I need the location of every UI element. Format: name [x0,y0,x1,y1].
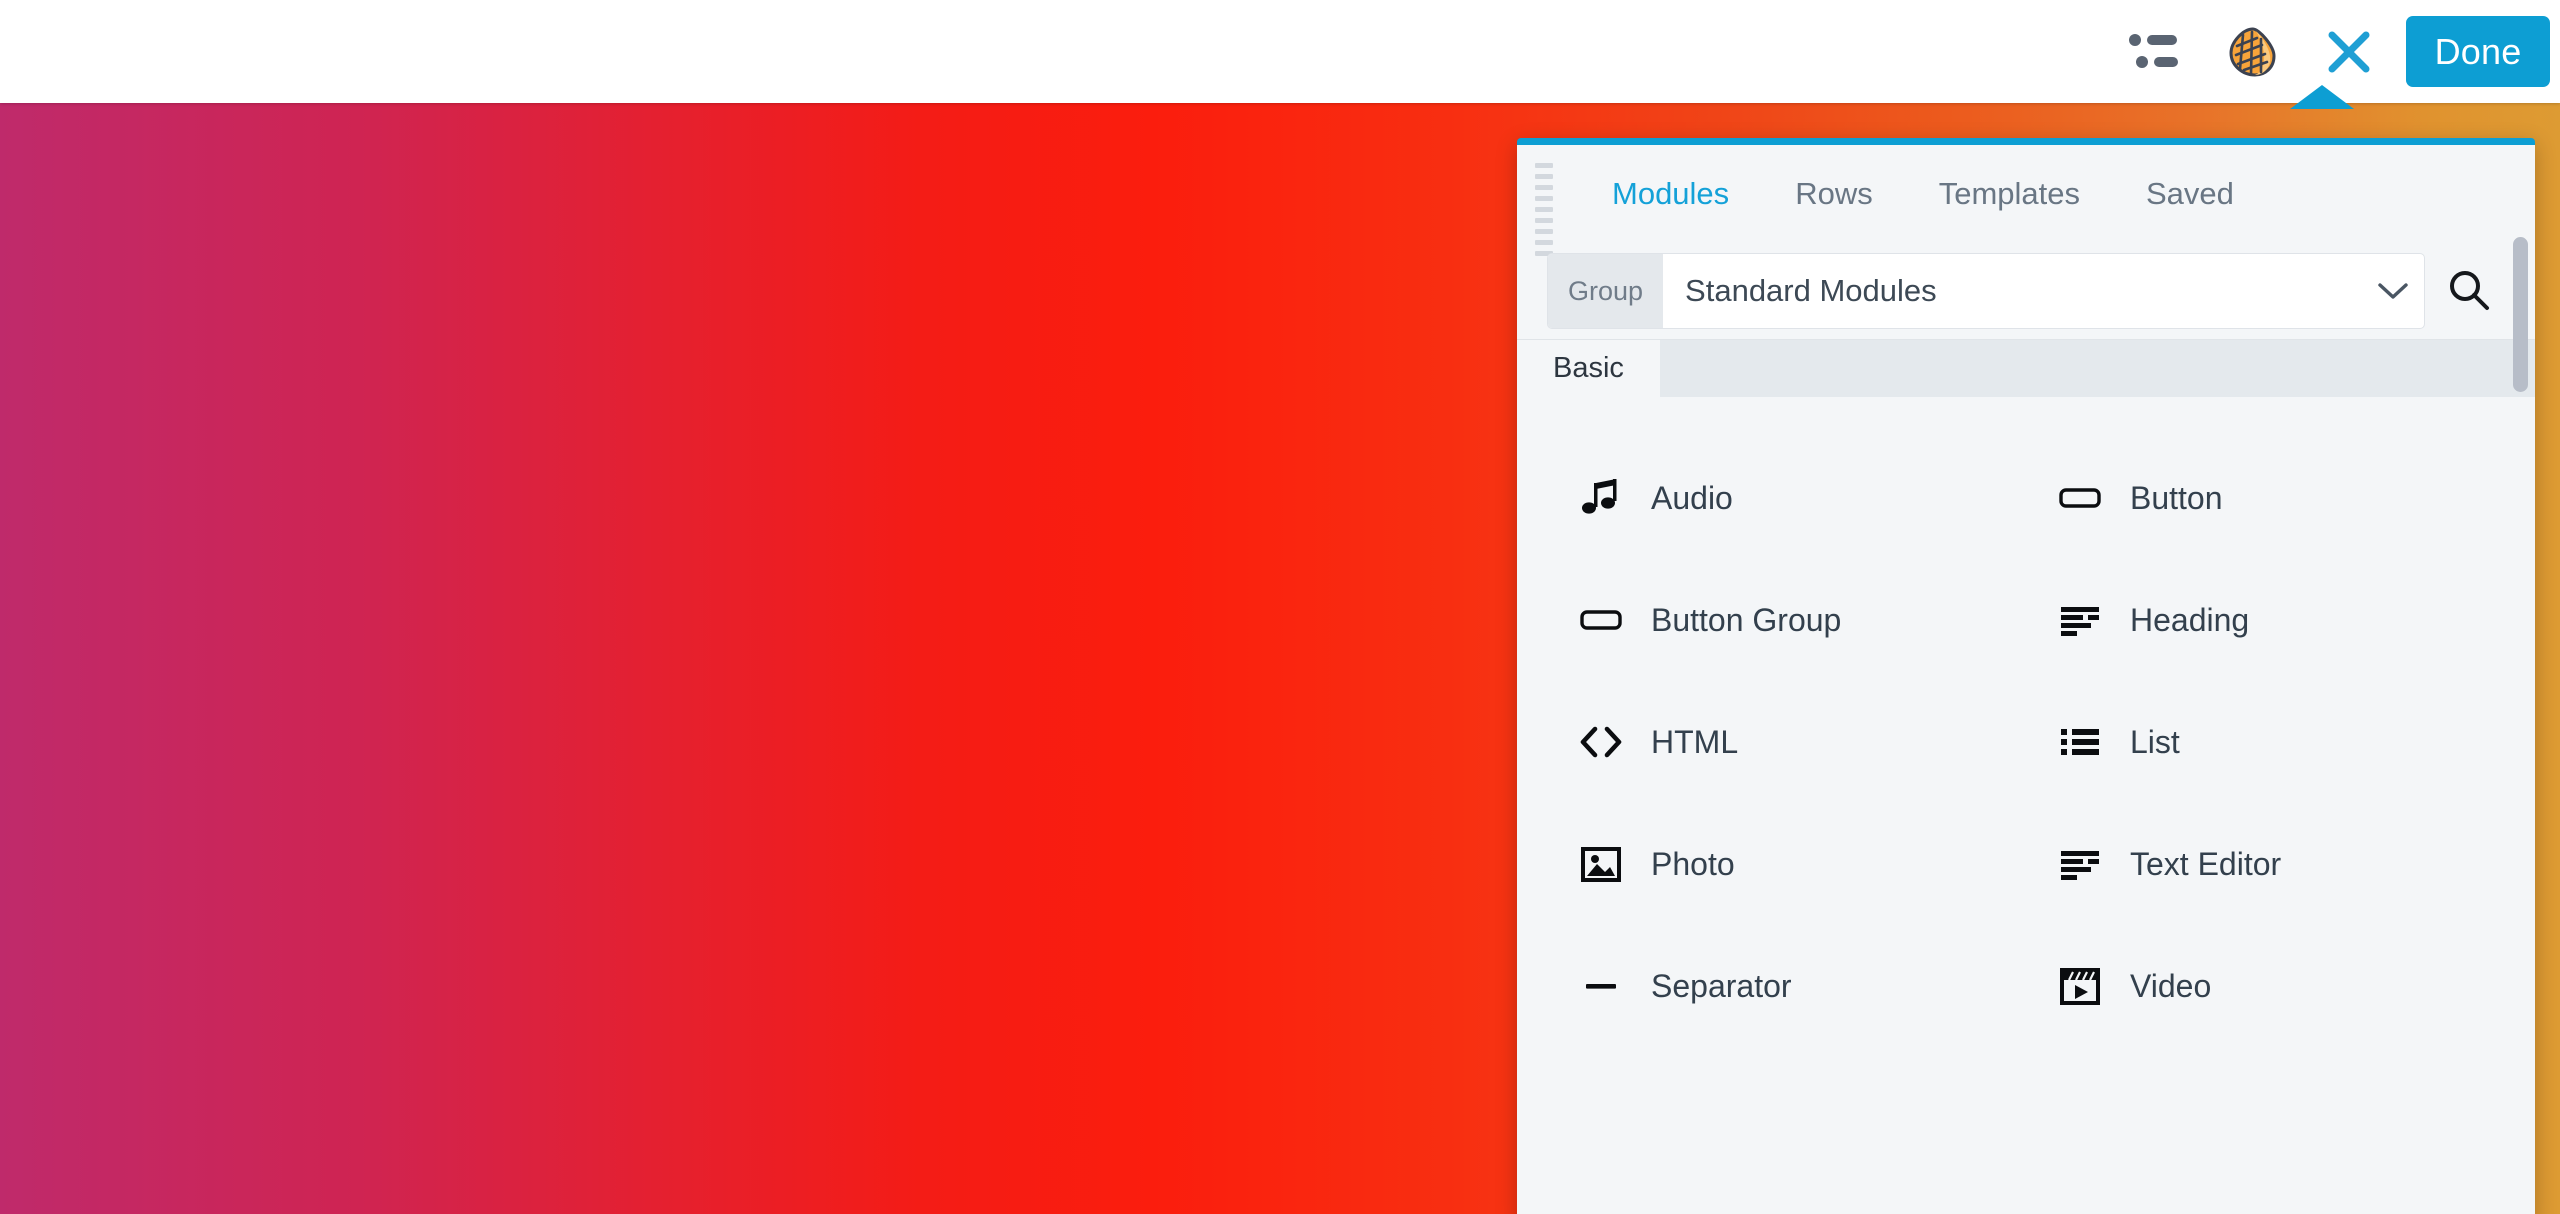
photo-frame-icon [1579,842,1623,886]
tab-modules[interactable]: Modules [1579,176,1762,212]
category-strip: Basic [1517,339,2535,397]
code-brackets-icon [1579,720,1623,764]
themer-button[interactable] [2202,0,2300,103]
modules-panel: Modules Rows Templates Saved Group Stand… [1517,138,2535,1214]
module-label: List [2130,723,2180,760]
module-label: Video [2130,967,2212,1004]
music-note-icon [1579,476,1623,520]
group-label[interactable]: Group [1548,254,1664,328]
module-item-audio[interactable]: Audio [1547,437,2026,559]
panel-scrollbar[interactable] [2513,145,2529,1214]
module-label: Photo [1651,845,1735,882]
tab-templates[interactable]: Templates [1906,176,2113,212]
search-button[interactable] [2425,253,2513,329]
module-label: HTML [1651,723,1739,760]
module-item-text-editor[interactable]: Text Editor [2026,803,2505,925]
tab-rows[interactable]: Rows [1762,176,1906,212]
module-item-photo[interactable]: Photo [1547,803,2026,925]
video-clapper-icon [2058,964,2102,1008]
heading-lines-icon [2058,598,2102,642]
separator-dash-icon [1579,964,1623,1008]
module-item-separator[interactable]: Separator [1547,925,2026,1047]
done-button[interactable]: Done [2406,16,2550,87]
close-icon [2325,28,2373,76]
panel-pointer-triangle [2290,85,2354,109]
module-item-list[interactable]: List [2026,681,2505,803]
module-grid: Audio Button Button Group Heading HTML L… [1517,397,2535,1192]
editor-canvas: Done Modules Rows Templates Saved Group … [0,0,2560,1214]
group-filter-row: Group Standard Modules [1547,243,2513,339]
group-select[interactable]: Group Standard Modules [1547,253,2425,329]
tab-saved[interactable]: Saved [2113,176,2267,212]
module-label: Audio [1651,479,1733,516]
outline-list-icon [2128,31,2178,73]
module-item-html[interactable]: HTML [1547,681,2026,803]
module-label: Button [2130,479,2223,516]
module-label: Separator [1651,967,1792,1004]
color-swatch-icon [2225,26,2277,78]
button-rect-icon [2058,476,2102,520]
module-item-button[interactable]: Button [2026,437,2505,559]
panel-scroll-thumb[interactable] [2513,237,2528,392]
module-label: Button Group [1651,601,1842,638]
editor-toolbar: Done [0,0,2560,103]
module-item-button-group[interactable]: Button Group [1547,559,2026,681]
module-item-video[interactable]: Video [2026,925,2505,1047]
panel-tabs: Modules Rows Templates Saved [1517,145,2535,243]
module-label: Heading [2130,601,2250,638]
group-selected-value[interactable]: Standard Modules [1663,273,2362,309]
search-icon [2446,267,2492,316]
text-lines-icon [2058,842,2102,886]
module-item-heading[interactable]: Heading [2026,559,2505,681]
bullet-list-icon [2058,720,2102,764]
outline-button[interactable] [2104,0,2202,103]
category-tab-basic[interactable]: Basic [1517,340,1660,397]
button-rect-icon [1579,598,1623,642]
chevron-down-icon[interactable] [2362,281,2424,301]
module-label: Text Editor [2130,845,2282,882]
